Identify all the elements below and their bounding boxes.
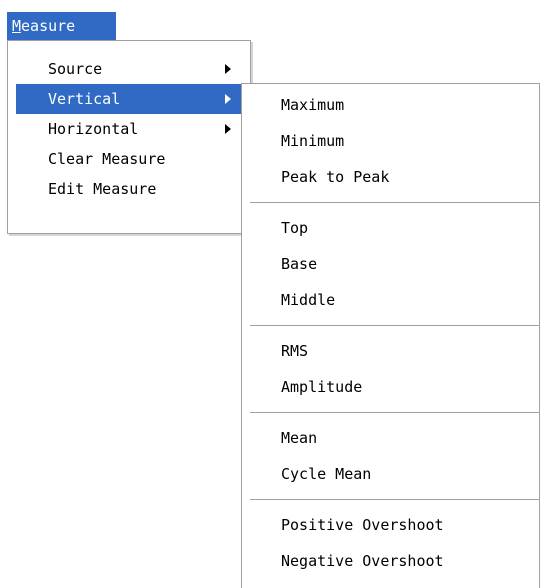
menu-item-horizontal[interactable]: Horizontal xyxy=(16,114,241,144)
menu-separator xyxy=(250,325,539,326)
menu-item-source[interactable]: Source xyxy=(16,54,241,84)
submenu-item-base[interactable]: Base xyxy=(242,246,539,282)
menu-separator xyxy=(250,412,539,413)
submenu-item-positive-overshoot[interactable]: Positive Overshoot xyxy=(242,507,539,543)
submenu-item-minimum[interactable]: Minimum xyxy=(242,123,539,159)
submenu-item-top[interactable]: Top xyxy=(242,210,539,246)
menu-separator xyxy=(250,499,539,500)
measure-dropdown-menu: Source Vertical Horizontal Clear Measure… xyxy=(7,40,251,234)
measure-menu-accelerator: M xyxy=(12,17,22,35)
menu-separator xyxy=(250,202,539,203)
menu-item-vertical[interactable]: Vertical xyxy=(16,84,241,114)
menu-item-vertical-label: Vertical xyxy=(48,90,121,108)
submenu-item-rms[interactable]: RMS xyxy=(242,333,539,369)
submenu-item-amplitude[interactable]: Amplitude xyxy=(242,369,539,405)
submenu-item-cycle-mean[interactable]: Cycle Mean xyxy=(242,456,539,492)
submenu-item-middle[interactable]: Middle xyxy=(242,282,539,318)
submenu-arrow-icon xyxy=(225,124,231,134)
submenu-arrow-icon xyxy=(225,94,231,104)
menu-item-source-label: Source xyxy=(48,60,103,78)
submenu-item-peak-to-peak[interactable]: Peak to Peak xyxy=(242,159,539,195)
menu-item-clear-measure[interactable]: Clear Measure xyxy=(16,144,241,174)
measure-menu-title[interactable]: Measure xyxy=(7,12,116,40)
menu-item-clear-measure-label: Clear Measure xyxy=(48,150,166,168)
vertical-submenu: Maximum Minimum Peak to Peak Top Base Mi… xyxy=(241,83,540,588)
submenu-item-maximum[interactable]: Maximum xyxy=(242,87,539,123)
submenu-item-mean[interactable]: Mean xyxy=(242,420,539,456)
menu-item-horizontal-label: Horizontal xyxy=(48,120,139,138)
submenu-arrow-icon xyxy=(225,64,231,74)
menu-item-edit-measure-label: Edit Measure xyxy=(48,180,157,198)
measure-menu-title-text: easure xyxy=(21,17,76,35)
submenu-item-negative-overshoot[interactable]: Negative Overshoot xyxy=(242,543,539,579)
menu-item-edit-measure[interactable]: Edit Measure xyxy=(16,174,241,204)
